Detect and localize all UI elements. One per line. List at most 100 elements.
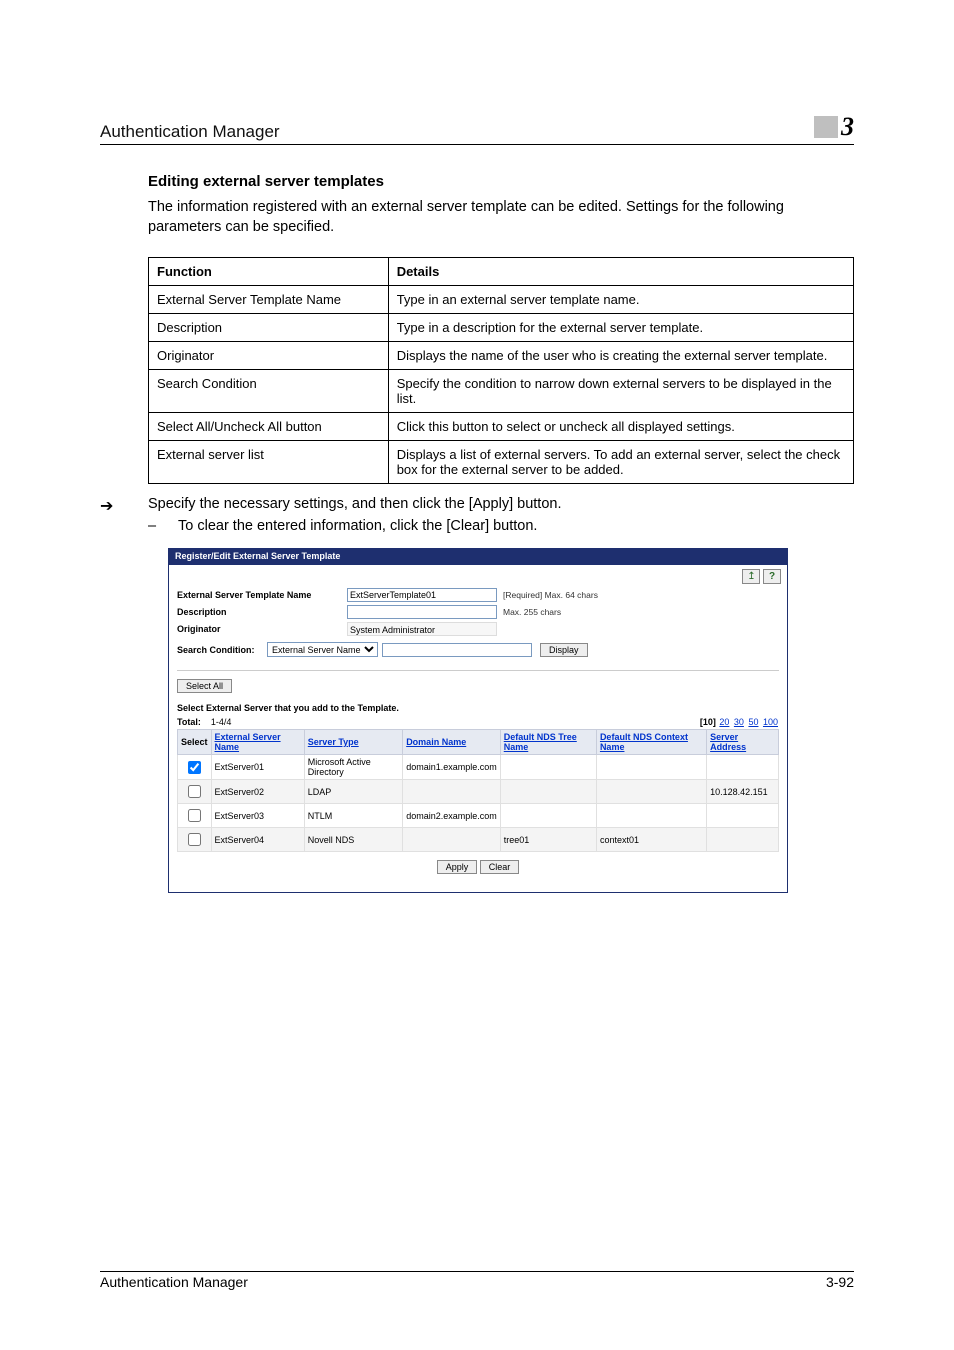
cell-details: Specify the condition to narrow down ext… — [388, 370, 853, 413]
cell-function: External Server Template Name — [149, 286, 389, 314]
label-originator: Originator — [177, 624, 347, 634]
app-screenshot: Register/Edit External Server Template ↥… — [168, 548, 788, 893]
apply-button[interactable]: Apply — [437, 860, 478, 874]
cell-tree: tree01 — [500, 828, 596, 852]
search-input[interactable] — [382, 643, 532, 657]
help-icon[interactable]: ? — [763, 569, 781, 584]
description-hint: Max. 255 chars — [503, 607, 561, 617]
row-checkbox[interactable] — [188, 833, 201, 846]
chapter-number: 3 — [841, 112, 854, 142]
cell-tree — [500, 804, 596, 828]
table-row: OriginatorDisplays the name of the user … — [149, 342, 854, 370]
template-name-input[interactable] — [347, 588, 497, 602]
table-row: Search ConditionSpecify the condition to… — [149, 370, 854, 413]
cell-addr — [707, 828, 779, 852]
pager: [10] 20 30 50 100 — [700, 717, 779, 727]
th-tree[interactable]: Default NDS Tree Name — [500, 730, 596, 755]
clear-button[interactable]: Clear — [480, 860, 520, 874]
total-value: 1-4/4 — [211, 717, 232, 727]
cell-details: Displays a list of external servers. To … — [388, 441, 853, 484]
search-condition-select[interactable]: External Server Name — [267, 642, 378, 657]
page-footer: Authentication Manager 3-92 — [100, 1271, 854, 1290]
cell-details: Type in a description for the external s… — [388, 314, 853, 342]
cell-function: Originator — [149, 342, 389, 370]
table-row: ExtServer04Novell NDS tree01context01 — [178, 828, 779, 852]
cell-name: ExtServer04 — [211, 828, 304, 852]
cell-domain: domain1.example.com — [403, 755, 501, 780]
row-checkbox[interactable] — [188, 761, 201, 774]
th-type[interactable]: Server Type — [304, 730, 402, 755]
cell-name: ExtServer02 — [211, 780, 304, 804]
th-select: Select — [178, 730, 212, 755]
cell-function: External server list — [149, 441, 389, 484]
pager-link[interactable]: 50 — [748, 717, 758, 727]
table-row: ExtServer02LDAP 10.128.42.151 — [178, 780, 779, 804]
label-search-condition: Search Condition: — [177, 645, 267, 655]
th-addr[interactable]: Server Address — [707, 730, 779, 755]
step-text: Specify the necessary settings, and then… — [148, 496, 561, 516]
table-row: External Server Template NameType in an … — [149, 286, 854, 314]
template-name-hint: [Required] Max. 64 chars — [503, 590, 598, 600]
th-name[interactable]: External Server Name — [211, 730, 304, 755]
cell-type: Novell NDS — [304, 828, 402, 852]
total-label: Total: — [177, 717, 201, 727]
cell-type: Microsoft Active Directory — [304, 755, 402, 780]
cell-function: Select All/Uncheck All button — [149, 413, 389, 441]
cell-domain — [403, 828, 501, 852]
cell-name: ExtServer01 — [211, 755, 304, 780]
originator-value: System Administrator — [347, 622, 497, 636]
footer-right: 3-92 — [826, 1274, 854, 1290]
th-function: Function — [149, 258, 389, 286]
cell-function: Description — [149, 314, 389, 342]
section-heading: Editing external server templates — [148, 173, 854, 190]
cell-tree — [500, 755, 596, 780]
back-icon[interactable]: ↥ — [742, 569, 760, 584]
cell-addr — [707, 755, 779, 780]
th-details: Details — [388, 258, 853, 286]
row-checkbox[interactable] — [188, 785, 201, 798]
chapter-bar-icon — [814, 116, 838, 138]
section-intro: The information registered with an exter… — [148, 198, 854, 237]
th-context[interactable]: Default NDS Context Name — [596, 730, 706, 755]
add-instruction: Select External Server that you add to t… — [177, 703, 779, 713]
cell-select — [178, 804, 212, 828]
function-table: Function Details External Server Templat… — [148, 257, 854, 484]
substep-dash-icon: – — [148, 518, 178, 534]
select-all-button[interactable]: Select All — [177, 679, 232, 693]
label-template-name: External Server Template Name — [177, 590, 347, 600]
substep-text: To clear the entered information, click … — [178, 518, 537, 534]
pager-current: [10] — [700, 717, 716, 727]
header-title: Authentication Manager — [100, 122, 280, 142]
pager-link[interactable]: 30 — [734, 717, 744, 727]
cell-function: Search Condition — [149, 370, 389, 413]
cell-domain: domain2.example.com — [403, 804, 501, 828]
cell-context — [596, 804, 706, 828]
table-row: ExtServer03NTLMdomain2.example.com — [178, 804, 779, 828]
cell-details: Click this button to select or uncheck a… — [388, 413, 853, 441]
description-input[interactable] — [347, 605, 497, 619]
chapter-badge: 3 — [814, 112, 854, 142]
cell-type: LDAP — [304, 780, 402, 804]
page-header: Authentication Manager 3 — [100, 112, 854, 145]
display-button[interactable]: Display — [540, 643, 588, 657]
panel-title: Register/Edit External Server Template — [169, 549, 787, 565]
cell-type: NTLM — [304, 804, 402, 828]
cell-context: context01 — [596, 828, 706, 852]
cell-select — [178, 828, 212, 852]
server-table: Select External Server Name Server Type … — [177, 729, 779, 852]
cell-select — [178, 755, 212, 780]
cell-name: ExtServer03 — [211, 804, 304, 828]
cell-details: Type in an external server template name… — [388, 286, 853, 314]
row-checkbox[interactable] — [188, 809, 201, 822]
footer-left: Authentication Manager — [100, 1274, 248, 1290]
table-row: External server listDisplays a list of e… — [149, 441, 854, 484]
cell-tree — [500, 780, 596, 804]
th-domain[interactable]: Domain Name — [403, 730, 501, 755]
cell-addr — [707, 804, 779, 828]
cell-details: Displays the name of the user who is cre… — [388, 342, 853, 370]
cell-context — [596, 780, 706, 804]
pager-link[interactable]: 20 — [719, 717, 729, 727]
cell-addr: 10.128.42.151 — [707, 780, 779, 804]
table-row: ExtServer01Microsoft Active Directorydom… — [178, 755, 779, 780]
pager-link[interactable]: 100 — [763, 717, 778, 727]
